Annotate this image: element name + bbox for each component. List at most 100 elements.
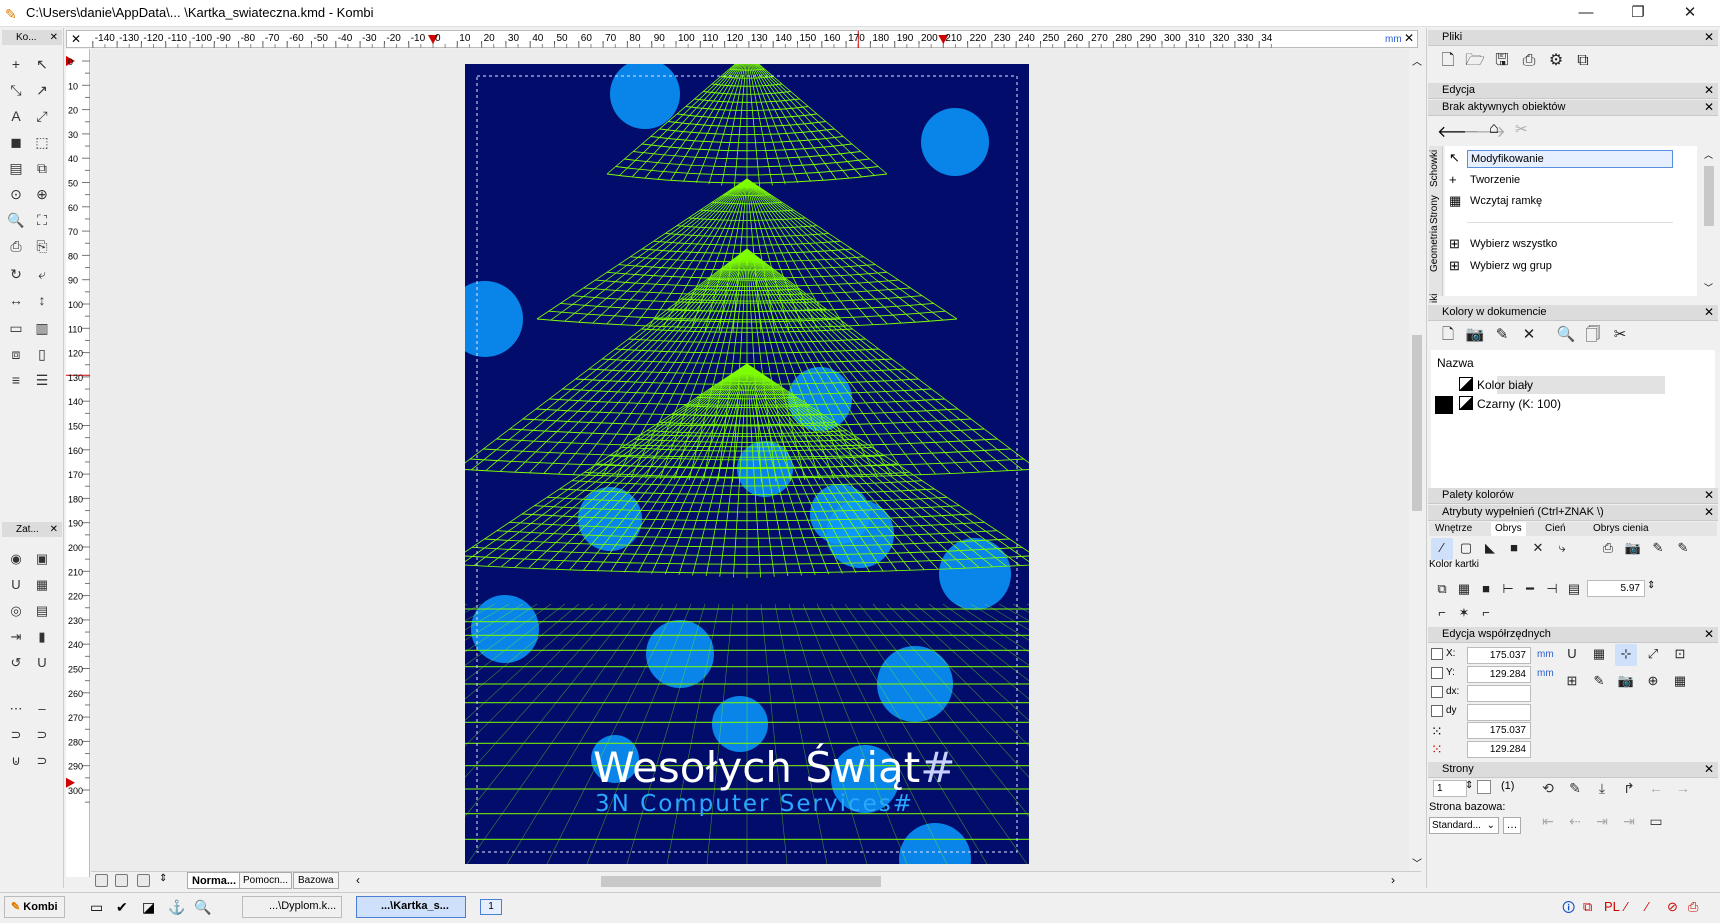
print-icon[interactable]: ⎘: [31, 235, 53, 257]
rotate-icon[interactable]: ↻: [5, 263, 27, 285]
center-icon[interactable]: ⊕: [1642, 671, 1664, 693]
taskbar-doc-dyplom[interactable]: ...\Dyplom.k...: [242, 896, 342, 918]
side-tab[interactable]: Strony: [1429, 190, 1443, 230]
corner-icon[interactable]: ◣: [1479, 538, 1501, 560]
node-icon[interactable]: ⊞: [1561, 671, 1583, 693]
chart-icon[interactable]: ◪: [142, 899, 155, 916]
greeting-text[interactable]: Wesołych Świąt#: [593, 743, 955, 792]
base-page-select[interactable]: Standard... ⌄: [1429, 817, 1499, 834]
link-icon[interactable]: ⊃: [5, 724, 27, 746]
side-tab[interactable]: Geometria: [1429, 225, 1443, 272]
eyedrop2-icon[interactable]: ✎: [1672, 538, 1694, 560]
ruler-close-icon[interactable]: ✕: [71, 32, 81, 46]
line-icon[interactable]: ━: [1519, 579, 1541, 601]
eye-box-icon[interactable]: ▣: [31, 548, 53, 570]
grid2-icon[interactable]: ▦: [1669, 671, 1691, 693]
coord-checkbox[interactable]: [1431, 705, 1443, 717]
panel-title-edycja[interactable]: Edycja ✕: [1428, 83, 1718, 99]
coord-dx_label-input[interactable]: [1467, 685, 1531, 702]
snap-icon[interactable]: ▦: [31, 574, 53, 596]
target-icon[interactable]: ⊕: [31, 183, 53, 205]
camera-icon[interactable]: 📷: [1464, 325, 1486, 347]
camera-icon[interactable]: 📷: [1622, 538, 1644, 560]
coord-checkbox[interactable]: [1431, 667, 1443, 679]
panel-close-icon[interactable]: ✕: [1704, 30, 1714, 45]
picture-icon[interactable]: ▤: [5, 157, 27, 179]
scroll-right-icon[interactable]: ›: [1391, 873, 1395, 887]
snap-point-icon[interactable]: ⊹: [1615, 644, 1637, 666]
panel-close-icon[interactable]: ✕: [1704, 505, 1714, 520]
cap-icon[interactable]: ✶: [1453, 603, 1475, 625]
last-page-icon[interactable]: ⇥: [1618, 811, 1640, 833]
scroll-down-icon[interactable]: ﹀: [1412, 855, 1422, 870]
coord-x2-input[interactable]: [1467, 722, 1531, 739]
info-icon[interactable]: 🛈: [1562, 899, 1575, 921]
page-next-icon[interactable]: ⤓: [1591, 778, 1613, 800]
dash-icon[interactable]: ▦: [1453, 579, 1475, 601]
print-icon[interactable]: ⎙: [1688, 899, 1698, 915]
split-icon[interactable]: [137, 874, 150, 890]
flip-h-icon[interactable]: ↔: [5, 289, 27, 311]
connector-icon[interactable]: ⤢: [31, 105, 53, 127]
page-settings-icon[interactable]: ▭: [1645, 811, 1667, 833]
group-icon[interactable]: ▭: [5, 317, 27, 339]
coord-x-input[interactable]: [1467, 647, 1531, 664]
line-start-icon[interactable]: ⊢: [1497, 579, 1519, 601]
coord-checkbox[interactable]: [1431, 686, 1443, 698]
panel-close-icon[interactable]: ✕: [1704, 305, 1714, 320]
duplicate-icon[interactable]: ⧉: [31, 157, 53, 179]
pen-icon[interactable]: ⁄: [1431, 538, 1453, 560]
page-rotate-icon[interactable]: ⟲: [1537, 778, 1559, 800]
settings-icon[interactable]: ⚙: [1545, 51, 1567, 73]
copy-icon[interactable]: 🗍: [1582, 325, 1604, 347]
fill-attr-tab[interactable]: Wnętrze: [1431, 522, 1476, 536]
eye-line-icon[interactable]: –: [31, 698, 53, 720]
anchor-icon[interactable]: ⊍: [5, 750, 27, 772]
tab-normal[interactable]: Norma...: [187, 872, 242, 889]
panel-title-coords[interactable]: Edycja współrzędnych ✕: [1428, 627, 1718, 643]
home-icon[interactable]: ⌂: [1489, 120, 1499, 138]
page-view-icon[interactable]: [95, 874, 108, 890]
taskbar-app-button[interactable]: ✎ Kombi: [4, 896, 65, 918]
line-width-spin-icon[interactable]: ⇕: [1647, 580, 1655, 591]
taskbar-page-button[interactable]: 1: [480, 899, 502, 915]
vertical-scrollbar[interactable]: ︿ ﹀: [1409, 49, 1425, 871]
line-end-icon[interactable]: ⊣: [1541, 579, 1563, 601]
lock-icon[interactable]: ▮: [31, 626, 53, 648]
mode-modify[interactable]: Modyfikowanie: [1467, 150, 1673, 168]
resize-icon[interactable]: ⊡: [1669, 644, 1691, 666]
panel-close-icon[interactable]: ✕: [1704, 762, 1714, 777]
doc-icon[interactable]: ▭: [90, 899, 103, 916]
layers-icon[interactable]: ⧉: [1431, 579, 1453, 601]
maximize-button[interactable]: ❐: [1612, 0, 1664, 27]
square-icon[interactable]: ■: [1475, 579, 1497, 601]
page-number-input[interactable]: [1433, 780, 1467, 797]
minimize-button[interactable]: —: [1560, 0, 1612, 27]
fill-attr-tab[interactable]: Cień: [1541, 522, 1570, 536]
coord-checkbox[interactable]: [1431, 648, 1443, 660]
page-spin-icon[interactable]: ⇕: [1465, 780, 1473, 791]
frame-icon[interactable]: ◼: [5, 131, 27, 153]
magnet2-icon[interactable]: U: [31, 652, 53, 674]
find-icon[interactable]: 🔍: [1555, 325, 1577, 347]
fill-attr-tab[interactable]: Obrys: [1491, 522, 1526, 536]
tools-icon[interactable]: ✂: [1609, 325, 1631, 347]
node-edit-icon[interactable]: ⤡: [5, 79, 27, 101]
panel-close-icon[interactable]: ✕: [1704, 627, 1714, 642]
image-frame-icon[interactable]: ⬚: [31, 131, 53, 153]
eyedropper-icon[interactable]: ✎: [1491, 325, 1513, 347]
anchor-points-red-icon[interactable]: ⁙: [1431, 741, 1443, 758]
new-color-icon[interactable]: 🗋: [1437, 325, 1459, 347]
cancel-icon[interactable]: ⊘: [1667, 899, 1678, 915]
arrow-select-icon[interactable]: ↖: [31, 53, 53, 75]
forward-icon[interactable]: →: [1672, 778, 1694, 800]
cross-icon[interactable]: +: [5, 53, 27, 75]
skew-icon[interactable]: ⤶: [31, 263, 53, 285]
delete-icon[interactable]: ✕: [1518, 325, 1540, 347]
panel-close-icon[interactable]: ✕: [1704, 83, 1714, 98]
magnet-icon[interactable]: U: [1561, 644, 1583, 666]
mode-create[interactable]: Tworzenie: [1467, 172, 1673, 190]
coord-dy_label-input[interactable]: [1467, 704, 1531, 721]
corner2-icon[interactable]: ⌐: [1475, 603, 1497, 625]
tab-helper[interactable]: Pomocn...: [239, 872, 293, 889]
